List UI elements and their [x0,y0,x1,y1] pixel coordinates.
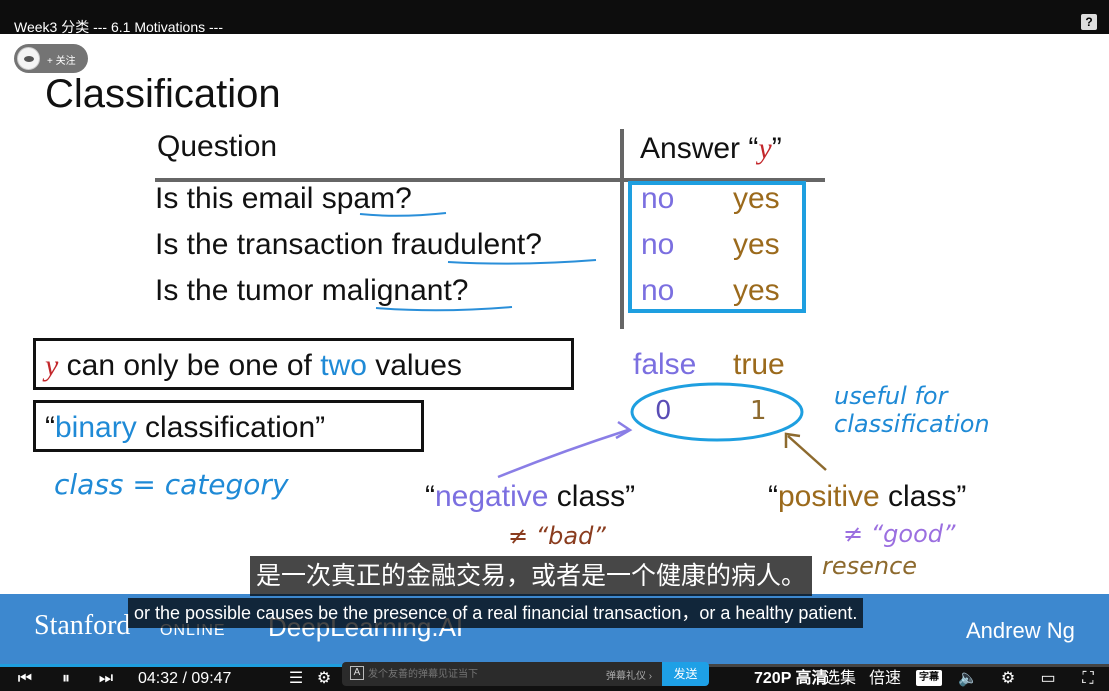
box-var-y: y [45,349,59,382]
zero-value: 0 [655,396,672,426]
useful-note-line1: useful for [834,382,948,410]
question-row-2: Is the transaction fraudulent? [155,228,542,261]
danmaku-input[interactable] [368,666,598,682]
positive-rest: class” [879,480,967,513]
author-name: Andrew Ng [966,618,1075,643]
episodes-button[interactable]: 选集 [824,667,856,691]
negative-word: negative [435,480,549,513]
current-time: 04:32 [138,670,179,687]
useful-note-line2: classification [834,410,990,438]
danmaku-settings-icon[interactable]: ⚙ [314,669,334,689]
positive-quote: “ [768,480,778,513]
class-category-note: class = category [54,468,289,501]
answer-yes-2: yes [733,228,780,261]
box2-highlight: binary [55,411,137,444]
quality-selector[interactable]: 720P 高清 [754,667,828,691]
next-icon[interactable]: ⏭ [96,669,116,689]
fullscreen-icon[interactable]: ⛶ [1078,669,1098,689]
answer-header-prefix: Answer “ [640,132,759,165]
subtitle-button[interactable]: 字幕 [916,670,942,686]
danmaku-toggle-icon[interactable]: ☰ [286,669,306,689]
box-end: values [366,349,462,382]
question-header: Question [157,130,278,163]
subtitle-chinese: 是一次真正的金融交易，或者是一个健康的病人。 [250,556,813,596]
answer-no-1: no [641,182,675,215]
pause-icon[interactable]: ⏸ [56,669,76,689]
presence-note: resence [822,552,918,580]
not-bad-note: ≠ “bad” [508,522,606,550]
true-label: true [733,348,785,381]
total-time: 09:47 [191,670,232,687]
previous-icon[interactable]: ⏮ [15,669,35,689]
time-separator: / [182,670,187,687]
binary-classification-box: “binary classification” [33,400,424,452]
subtitle-english: or the possible causes be the presence o… [128,598,864,628]
two-values-text: y can only be one of two values [45,349,462,383]
settings-gear-icon[interactable]: ⚙ [998,669,1018,689]
binary-classification-text: “binary classification” [45,411,325,445]
positive-word: positive [778,480,880,513]
question-row-1: Is this email spam? [155,182,412,215]
answer-header: Answer “y” [640,132,782,166]
question-row-3: Is the tumor malignant? [155,274,469,307]
two-values-box: y can only be one of two values [33,338,574,390]
box-middle: can only be one of [58,349,321,382]
answer-header-suffix: ” [771,132,782,165]
volume-icon[interactable]: 🔈 [958,669,978,689]
danmaku-style-icon[interactable]: A [350,666,364,680]
answer-yes-3: yes [733,274,780,307]
answer-header-var: y [758,132,772,165]
picture-in-picture-icon[interactable]: ▭ [1038,669,1058,689]
one-value: 1 [750,396,767,426]
stanford-logo: Stanford [34,610,131,641]
negative-class-label: “negative class” [425,480,635,514]
help-icon[interactable]: ? [1081,14,1097,30]
danmaku-etiquette-link[interactable]: 弹幕礼仪 › [606,667,652,682]
negative-rest: class” [548,480,636,513]
box-highlight-two: two [320,349,367,382]
false-label: false [633,348,697,381]
negative-quote: “ [425,480,435,513]
danmaku-bar: A 弹幕礼仪 › [342,662,670,686]
send-danmaku-button[interactable]: 发送 [662,662,709,686]
box2-rest: classification” [136,411,326,444]
speed-button[interactable]: 倍速 [869,667,901,691]
title-bar: Week3 分类 --- 6.1 Motivations --- ? [0,0,1109,35]
answer-no-2: no [641,228,675,261]
positive-class-label: “positive class” [768,480,966,514]
time-display: 04:32 / 09:47 [138,667,231,691]
answer-yes-1: yes [733,182,780,215]
box2-quote: “ [45,411,55,444]
not-good-note: ≠ “good” [843,520,956,548]
answer-no-3: no [641,274,675,307]
